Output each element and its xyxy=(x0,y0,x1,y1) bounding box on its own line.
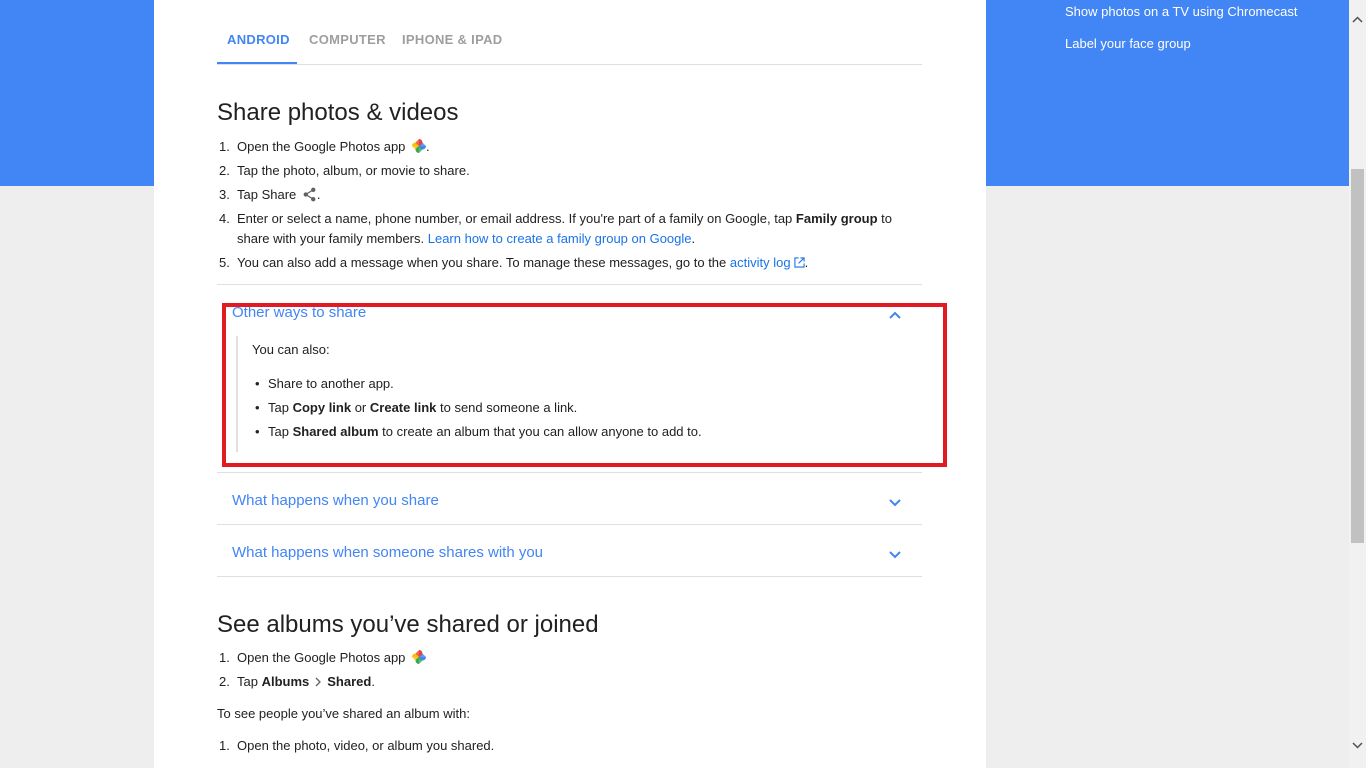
list-item: • Tap Copy link or Create link to send so… xyxy=(255,400,578,415)
other-ways-list: • Share to another app. • Tap Copy link or… xyxy=(252,374,702,446)
albums-people-paragraph: To see people you’ve shared an album wit… xyxy=(217,706,470,721)
divider xyxy=(217,524,922,525)
tab-iphone-ipad[interactable]: IPHONE & IPAD xyxy=(402,32,502,47)
accordion-intro: You can also: xyxy=(252,342,330,357)
scroll-down-arrow-icon[interactable] xyxy=(1352,739,1363,750)
divider xyxy=(217,472,922,473)
chevron-right-icon xyxy=(315,677,322,687)
platform-tabs: ANDROID COMPUTER IPHONE & IPAD xyxy=(217,0,922,65)
sidebar-links: Show photos on a TV using Chromecast Lab… xyxy=(1065,4,1335,68)
accordion-when-someone-shares[interactable]: What happens when someone shares with yo… xyxy=(232,544,543,561)
list-item: • Tap Shared album to create an album tha… xyxy=(255,424,702,439)
albums-steps-list: 1. Open the Google Photos app 2. Tap Alb… xyxy=(217,648,922,696)
list-item: 2. Tap Albums Shared. xyxy=(219,674,375,689)
section-title-albums: See albums you’ve shared or joined xyxy=(217,611,599,638)
divider xyxy=(217,576,922,577)
list-item: 4. Enter or select a name, phone number,… xyxy=(219,211,892,246)
sidebar-link-chromecast[interactable]: Show photos on a TV using Chromecast xyxy=(1065,4,1335,20)
family-group-help-link[interactable]: Learn how to create a family group on Go… xyxy=(428,231,692,246)
page-scrollbar[interactable] xyxy=(1349,0,1366,768)
list-item: 1. Open the photo, video, or album you s… xyxy=(219,738,495,753)
tab-android[interactable]: ANDROID xyxy=(227,32,290,47)
section-title-share: Share photos & videos xyxy=(217,99,459,126)
scroll-up-arrow-icon[interactable] xyxy=(1352,15,1363,26)
chevron-down-icon[interactable] xyxy=(888,548,902,562)
google-photos-icon xyxy=(412,139,427,153)
chevron-down-icon[interactable] xyxy=(888,496,902,510)
share-steps-list: 1. Open the Google Photos app . 2. Tap t… xyxy=(217,137,922,277)
external-link-icon xyxy=(793,257,805,268)
accordion-what-happens-when-you-share[interactable]: What happens when you share xyxy=(232,492,439,509)
active-tab-indicator xyxy=(217,62,297,64)
list-item: • Share to another app. xyxy=(255,376,394,391)
list-item: 1. Open the Google Photos app xyxy=(217,648,922,668)
list-item: 1. Open the Google Photos app . xyxy=(219,139,430,154)
share-icon xyxy=(303,187,316,202)
shared-people-steps-list: 1. Open the photo, video, or album you s… xyxy=(217,736,922,760)
chevron-up-icon[interactable] xyxy=(888,308,902,322)
google-photos-icon xyxy=(412,650,427,664)
article-card: ANDROID COMPUTER IPHONE & IPAD Share pho… xyxy=(154,0,986,768)
list-item: 3. Tap Share . xyxy=(219,187,321,202)
divider xyxy=(217,284,922,285)
tab-computer[interactable]: COMPUTER xyxy=(309,32,386,47)
accordion-content: You can also: • Share to another app. • Ta… xyxy=(236,336,916,452)
sidebar-link-face-group[interactable]: Label your face group xyxy=(1065,36,1335,52)
activity-log-link[interactable]: activity log xyxy=(730,255,805,270)
accordion-other-ways-to-share[interactable]: Other ways to share xyxy=(232,304,366,321)
list-item: 2. Tap the photo, album, or movie to sha… xyxy=(219,163,470,178)
article-content: ANDROID COMPUTER IPHONE & IPAD Share pho… xyxy=(217,0,922,753)
scrollbar-thumb[interactable] xyxy=(1351,169,1364,543)
list-item: 5. You can also add a message when you s… xyxy=(219,255,809,270)
